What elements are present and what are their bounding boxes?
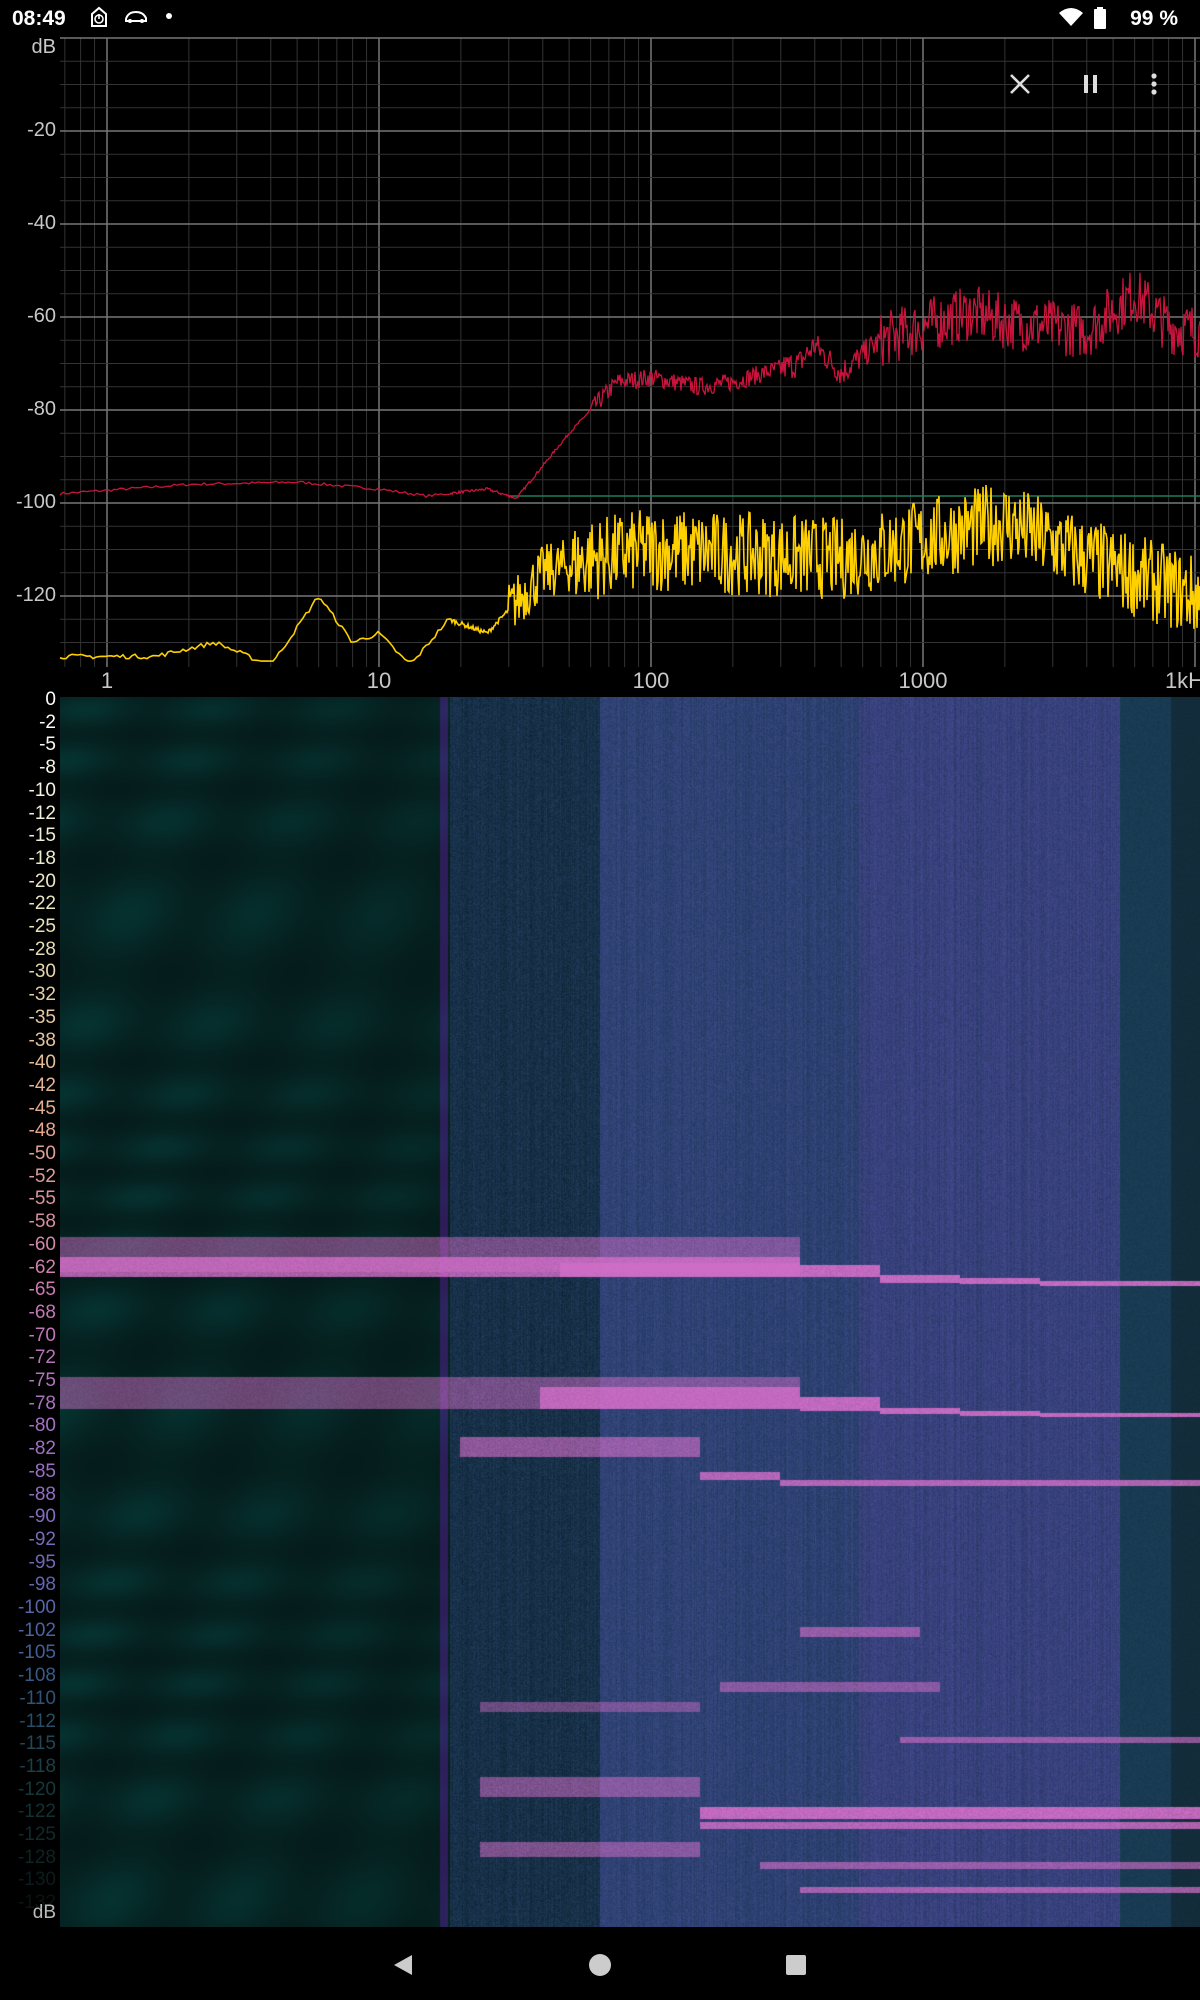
dot-icon <box>166 13 172 19</box>
x-tick-label: 10 <box>366 668 392 693</box>
status-time: 08:49 <box>12 7 66 30</box>
spectrogram-label: -65 <box>28 1279 56 1301</box>
y-tick-label: -100 <box>15 491 56 513</box>
more-vert-icon <box>1151 73 1157 95</box>
spectrogram-label: -62 <box>28 1256 56 1278</box>
spectrogram-label: -88 <box>28 1483 56 1505</box>
battery-level: 99 % <box>1130 7 1178 30</box>
alarm-icon <box>88 6 110 33</box>
spectrogram-label: -122 <box>17 1801 56 1823</box>
spectrogram-label: -90 <box>28 1506 56 1528</box>
spectrogram-label: -45 <box>28 1097 56 1119</box>
spectrogram-label: -130 <box>17 1869 56 1891</box>
spectrogram[interactable] <box>60 697 1200 1927</box>
spectrogram-label: -55 <box>28 1188 56 1210</box>
home-button[interactable] <box>582 1947 618 1983</box>
back-button[interactable] <box>385 1947 421 1983</box>
spectrogram-label: -78 <box>28 1392 56 1414</box>
spectrogram-label: -102 <box>17 1619 56 1641</box>
spectrogram-label: -120 <box>17 1778 56 1800</box>
spectrogram-label: -18 <box>28 847 56 869</box>
spectrogram-label: -128 <box>17 1846 56 1868</box>
home-icon <box>589 1954 611 1976</box>
spectrogram-label: -15 <box>28 825 56 847</box>
wifi-icon <box>1058 6 1084 33</box>
spectrogram-label: -38 <box>28 1029 56 1051</box>
spectrogram-label: -118 <box>19 1755 56 1777</box>
spectrogram-label: -50 <box>28 1143 56 1164</box>
spectrogram-label: -72 <box>28 1347 56 1369</box>
spectrogram-label: -112 <box>19 1710 56 1732</box>
pause-button[interactable] <box>1071 64 1111 104</box>
recents-icon <box>786 1955 806 1975</box>
spectrogram-label: -85 <box>28 1460 56 1482</box>
spectrogram-label: -10 <box>28 779 56 801</box>
spectrogram-label: -28 <box>28 938 56 960</box>
x-tick-label: 1000 <box>898 668 948 693</box>
status-bar: 08:49 99 % <box>0 0 1200 36</box>
spectrogram-label: -125 <box>17 1824 56 1845</box>
close-icon <box>1010 74 1030 94</box>
y-tick-label: -80 <box>27 398 56 420</box>
spectrogram-label: -98 <box>28 1574 56 1596</box>
chart-grid <box>60 37 1200 667</box>
spectrogram-label: -92 <box>28 1528 56 1550</box>
spectrogram-label: -70 <box>28 1324 56 1346</box>
spectrogram-label: -5 <box>39 734 56 756</box>
spectrogram-label: -108 <box>17 1665 56 1687</box>
close-button[interactable] <box>1000 64 1040 104</box>
recents-button[interactable] <box>778 1947 814 1983</box>
spectrogram-label: -110 <box>19 1687 56 1709</box>
pause-icon <box>1084 75 1097 93</box>
spectrogram-label: -48 <box>28 1120 56 1142</box>
y-tick-label: -60 <box>27 305 56 327</box>
spectrogram-label: -12 <box>28 802 56 824</box>
x-tick-label: 1 <box>100 668 114 693</box>
back-icon <box>394 1955 412 1975</box>
spectrogram-label: -40 <box>28 1052 56 1074</box>
spectrogram-label: -82 <box>28 1438 56 1460</box>
spectrum-chart[interactable] <box>0 36 1200 696</box>
more-options-button[interactable] <box>1134 64 1174 104</box>
spectrogram-label: -35 <box>28 1006 56 1028</box>
y-tick-label: -120 <box>15 584 56 606</box>
spectrogram-label: -60 <box>28 1233 56 1255</box>
spectrogram-label: 0 <box>45 689 56 710</box>
chart-series <box>59 272 1200 662</box>
spectrogram-label: -95 <box>28 1551 56 1573</box>
spectrogram-label: -105 <box>17 1642 56 1664</box>
y-tick-label: -40 <box>27 212 56 234</box>
x-tick-label: 1kHz <box>1164 668 1200 693</box>
spectrogram-label: -42 <box>28 1074 56 1096</box>
car-icon <box>124 6 148 31</box>
navigation-bar <box>0 1927 1200 2000</box>
spectrogram-label: -68 <box>28 1301 56 1323</box>
spectrogram-label: -80 <box>28 1415 56 1437</box>
y-tick-label: dB <box>31 36 56 58</box>
spectrogram-label: -52 <box>28 1165 56 1187</box>
spectrogram-label: -22 <box>28 893 56 915</box>
spectrogram-label: -2 <box>39 711 56 733</box>
series-peak <box>59 272 1200 500</box>
spectrogram-label: -30 <box>28 961 56 983</box>
spectrogram-label: -20 <box>28 870 56 892</box>
spectrogram-label: -58 <box>28 1211 56 1233</box>
spectrogram-label: -115 <box>19 1733 56 1755</box>
battery-icon <box>1094 7 1106 34</box>
spectrogram-label: -25 <box>28 916 56 937</box>
x-tick-label: 100 <box>632 668 670 693</box>
spectrogram-label: -75 <box>28 1370 56 1391</box>
spectrogram-unit: dB <box>32 1902 56 1923</box>
spectrogram-label: -32 <box>28 984 56 1006</box>
y-tick-label: -20 <box>27 119 56 141</box>
spectrogram-label: -8 <box>39 757 56 779</box>
spectrogram-label: -100 <box>17 1597 56 1618</box>
